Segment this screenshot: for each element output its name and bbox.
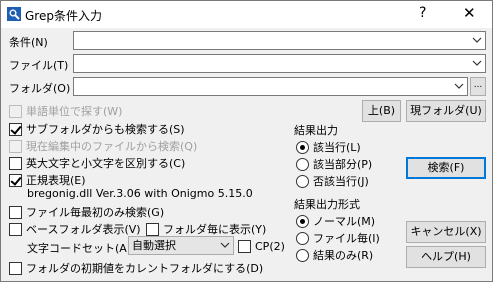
regex-checkbox[interactable]: 正規表現(E) [9,172,86,188]
regex-library-info: bregonig.dll Ver.3.06 with Onigmo 5.15.0 [27,187,253,200]
magnifier-icon [7,7,21,21]
charset-label: 文字コードセット(A) [27,242,132,255]
chevron-down-icon[interactable] [220,239,230,252]
help-title-button[interactable]: ? [419,5,426,21]
word-unit-box[interactable] [9,104,22,118]
window-title: Grep条件入力 [25,9,102,23]
browse-button[interactable]: ... [470,77,486,96]
radio-label: ファイル毎(I) [313,232,380,245]
file-combo[interactable] [73,54,486,73]
cp-label: CP(2) [255,239,285,253]
radio-dot[interactable] [296,248,309,262]
radio-results-only[interactable]: 結果のみ(R) [296,247,373,263]
per-folder-label: フォルダ毎に表示(Y) [163,223,267,236]
case-sensitive-box[interactable] [9,156,22,170]
radio-dot[interactable] [296,231,309,245]
regex-label: 正規表現(E) [26,174,86,187]
subfolders-label: サブフォルダからも検索する(S) [26,123,185,136]
radio-dot[interactable] [296,157,309,171]
cp-box[interactable] [238,239,251,253]
chevron-down-icon[interactable] [471,34,483,47]
radio-label: ノーマル(M) [313,215,376,228]
radio-normal[interactable]: ノーマル(M) [296,213,375,229]
base-folder-box[interactable] [9,222,22,236]
subfolders-checkbox[interactable]: サブフォルダからも検索する(S) [9,121,185,137]
condition-combo[interactable] [73,31,486,50]
first-only-label: ファイル毎最初のみ検索(G) [26,206,165,219]
per-folder-box[interactable] [146,222,159,236]
cancel-button[interactable]: キャンセル(X) [406,221,486,243]
radio-label: 結果のみ(R) [313,249,374,262]
current-file-box[interactable] [9,139,22,153]
folder-combo[interactable] [73,77,468,96]
condition-label: 条件(N) [9,36,48,49]
charset-value: 自動選択 [132,239,176,252]
per-folder-checkbox[interactable]: フォルダ毎に表示(Y) [146,221,266,237]
radio-label: 該当部分(P) [313,158,373,171]
subfolders-box[interactable] [9,122,22,136]
cp-checkbox[interactable]: CP(2) [238,238,285,254]
radio-matching-part[interactable]: 該当部分(P) [296,156,372,172]
default-folder-checkbox[interactable]: フォルダの初期値をカレントフォルダにする(D) [9,260,263,276]
grep-dialog: Grep条件入力 ? ✕ 条件(N) ファイル(T) フォルダ(O) ... 上… [0,0,493,282]
radio-non-matching-line[interactable]: 否該当行(J) [296,173,369,189]
current-folder-button[interactable]: 現フォルダ(U) [406,100,486,122]
default-folder-box[interactable] [9,261,22,275]
up-button[interactable]: 上(B) [362,100,401,122]
regex-box[interactable] [9,173,22,187]
title-bar: Grep条件入力 ? ✕ [1,1,492,28]
case-sensitive-label: 英大文字と小文字を区別する(C) [26,157,186,170]
chevron-down-icon[interactable] [471,57,483,70]
help-button[interactable]: ヘルプ(H) [406,246,486,268]
first-only-box[interactable] [9,205,22,219]
default-folder-label: フォルダの初期値をカレントフォルダにする(D) [26,262,264,275]
current-file-checkbox[interactable]: 現在編集中のファイルから検索(Q) [9,138,197,154]
radio-dot[interactable] [296,140,309,154]
radio-dot[interactable] [296,214,309,228]
result-format-title: 結果出力形式 [294,198,360,211]
case-sensitive-checkbox[interactable]: 英大文字と小文字を区別する(C) [9,155,185,171]
result-output-title: 結果出力 [294,124,338,137]
folder-label: フォルダ(O) [9,82,71,95]
close-button[interactable]: ✕ [463,4,476,22]
file-label: ファイル(T) [9,59,69,72]
first-only-checkbox[interactable]: ファイル毎最初のみ検索(G) [9,204,164,220]
base-folder-checkbox[interactable]: ベースフォルダ表示(V) [9,221,141,237]
radio-dot[interactable] [296,174,309,188]
charset-select[interactable]: 自動選択 [128,236,234,255]
radio-label: 否該当行(J) [313,175,369,188]
word-unit-label: 単語単位で探す(W) [26,105,123,118]
chevron-down-icon[interactable] [453,80,465,93]
word-unit-checkbox[interactable]: 単語単位で探す(W) [9,103,122,119]
search-button[interactable]: 検索(F) [406,157,486,179]
radio-label: 該当行(L) [313,141,361,154]
current-file-label: 現在編集中のファイルから検索(Q) [26,140,198,153]
base-folder-label: ベースフォルダ表示(V) [26,223,141,236]
radio-matching-line[interactable]: 該当行(L) [296,139,361,155]
radio-per-file[interactable]: ファイル毎(I) [296,230,380,246]
